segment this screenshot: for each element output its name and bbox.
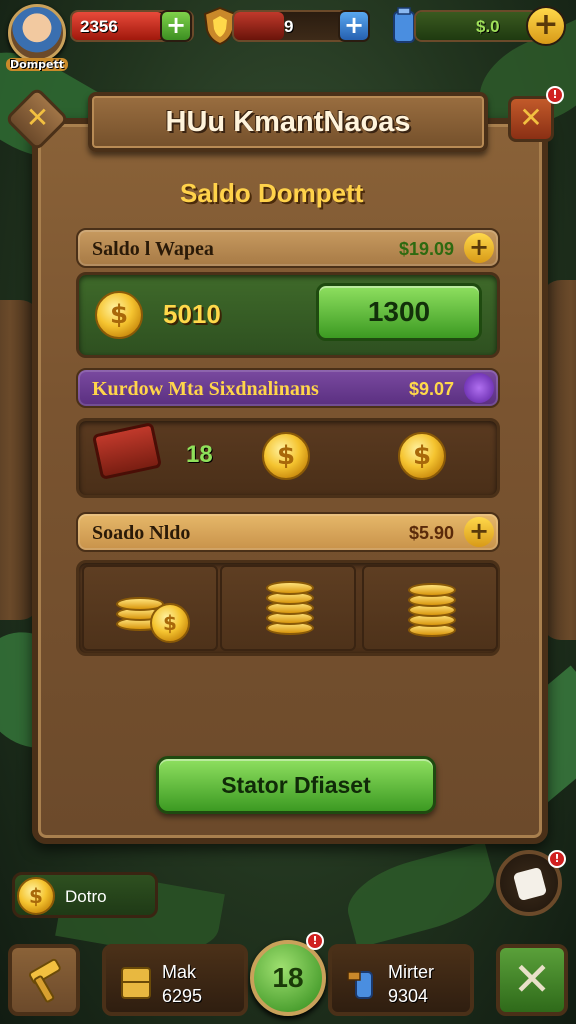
coin-icon[interactable]: $ — [398, 432, 446, 480]
title-banner: HUu KmantNaoas — [88, 92, 488, 152]
close-icon: ✕ — [512, 952, 552, 1006]
reward-label: Kurdow Mta Sixdnalinans — [92, 378, 319, 400]
notification-badge: ! — [548, 850, 566, 868]
left-stat-label: Mak — [162, 962, 197, 982]
balance-value: $19.09 — [398, 239, 454, 259]
notification-badge: ! — [306, 932, 324, 950]
add-shield-button[interactable]: + — [338, 10, 370, 42]
resource-crate-icon — [121, 967, 151, 999]
claim-button[interactable]: 1300 — [316, 283, 482, 341]
right-stat-label: Mirter — [388, 962, 434, 982]
level-button[interactable]: 18 — [250, 940, 326, 1016]
leaf — [339, 841, 503, 949]
balance-header: Saldo l Wapea $19.09 + — [76, 228, 500, 268]
reward-header: Kurdow Mta Sixdnalinans $9.07 — [76, 368, 500, 408]
coin-stack — [266, 581, 314, 595]
close-button[interactable]: ✕ — [508, 96, 554, 142]
gold-bar: $.0 — [414, 10, 538, 42]
banner-title: HUu KmantNaoas — [165, 106, 411, 138]
wallet-button[interactable]: $ Dotro — [12, 872, 158, 918]
wallet-label: Dotro — [65, 887, 107, 906]
coin-icon[interactable]: $ — [262, 432, 310, 480]
coin-pack-medium[interactable] — [220, 565, 356, 651]
hammer-icon — [28, 958, 61, 1003]
back-icon: ✕ — [25, 101, 50, 135]
shop-value: $5.90 — [408, 523, 454, 543]
cancel-button[interactable]: ✕ — [496, 944, 568, 1016]
add-health-button[interactable]: + — [160, 10, 192, 42]
coin-stack — [408, 583, 456, 597]
player-avatar[interactable] — [8, 4, 66, 62]
notification-badge: ! — [546, 86, 564, 104]
hammer-button[interactable] — [8, 944, 80, 1016]
gem-icon[interactable] — [464, 373, 494, 403]
coin-pack-large[interactable] — [362, 565, 498, 651]
add-gold-button[interactable]: + — [526, 6, 566, 46]
add-balance-button[interactable]: + — [464, 233, 494, 263]
top-hud: Dompett 2356 + 9 + $.0 + — [0, 0, 576, 71]
coin-pack-small[interactable]: $ — [82, 565, 218, 651]
health-value: 2356 — [80, 17, 118, 36]
left-stat-value: 6295 — [162, 986, 203, 1006]
reward-value: $9.07 — [408, 379, 454, 399]
coin-icon: $ — [17, 877, 55, 915]
shop-label: Soado Nldo — [92, 522, 191, 544]
left-stat-panel: Mak 6295 — [102, 944, 248, 1016]
potion-icon — [347, 971, 373, 999]
coin-icon: $ — [95, 291, 143, 339]
start-button[interactable]: Stator Dfiaset — [156, 756, 436, 814]
add-shop-button[interactable]: + — [464, 517, 494, 547]
coin-icon: $ — [150, 603, 190, 643]
right-stat-panel: Mirter 9304 — [328, 944, 474, 1016]
player-name: Dompett — [6, 58, 69, 71]
shield-value: 9 — [284, 17, 294, 36]
section-title: Saldo Dompett — [180, 178, 364, 208]
shield-bar-fill — [234, 12, 285, 40]
chest-count: 18 — [186, 441, 213, 468]
gold-value: $.0 — [476, 17, 500, 36]
coin-amount: 5010 — [163, 299, 221, 329]
right-stat-value: 9304 — [388, 986, 429, 1006]
dice-icon — [512, 866, 548, 902]
balance-label: Saldo l Wapea — [92, 238, 214, 260]
close-icon: ✕ — [519, 101, 543, 134]
shop-header: Soado Nldo $5.90 + — [76, 512, 500, 552]
